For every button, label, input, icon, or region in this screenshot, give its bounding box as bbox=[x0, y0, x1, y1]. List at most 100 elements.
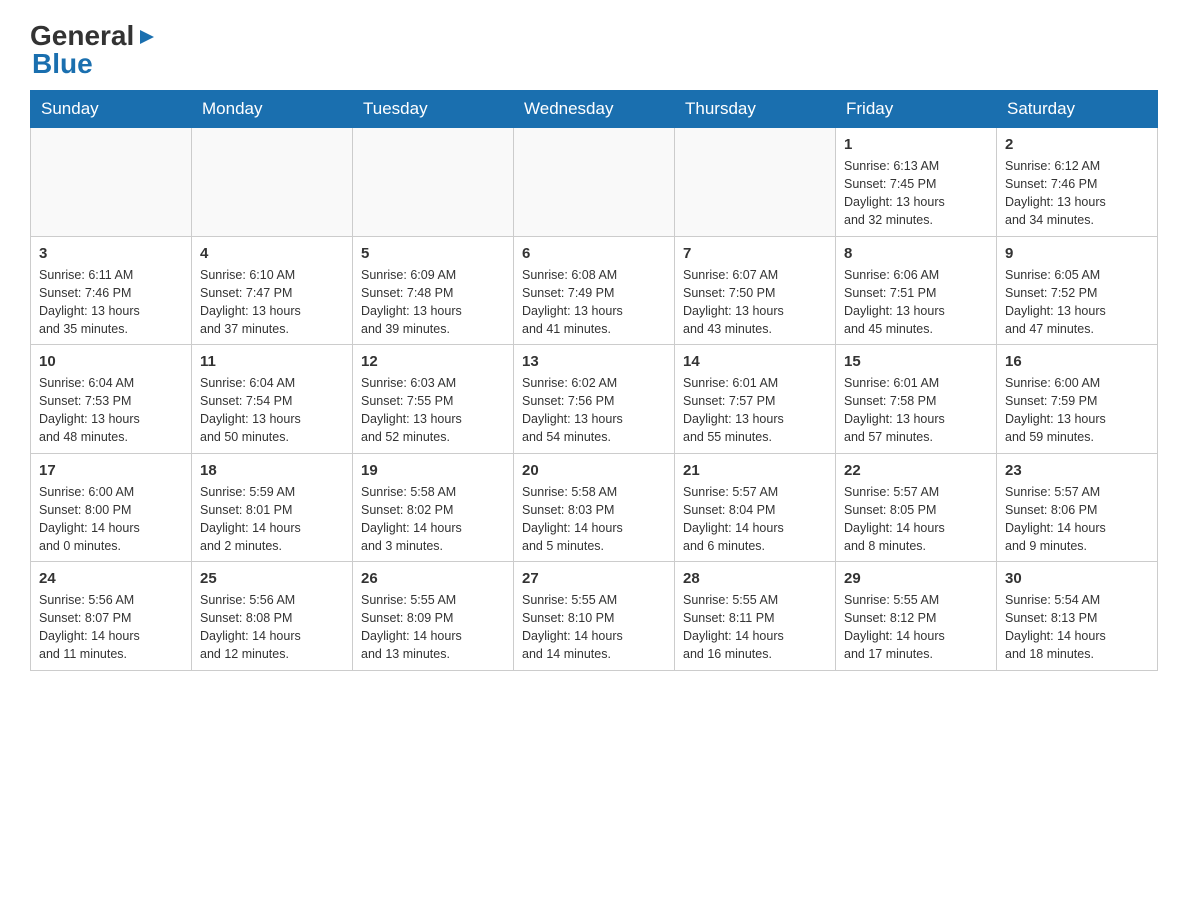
calendar-header-row: SundayMondayTuesdayWednesdayThursdayFrid… bbox=[31, 91, 1158, 128]
calendar-cell: 15Sunrise: 6:01 AM Sunset: 7:58 PM Dayli… bbox=[836, 345, 997, 454]
day-number: 29 bbox=[844, 568, 988, 589]
calendar-week-row: 17Sunrise: 6:00 AM Sunset: 8:00 PM Dayli… bbox=[31, 453, 1158, 562]
day-info: Sunrise: 6:01 AM Sunset: 7:57 PM Dayligh… bbox=[683, 374, 827, 447]
day-number: 2 bbox=[1005, 134, 1149, 155]
calendar-day-header: Tuesday bbox=[353, 91, 514, 128]
logo: General Blue bbox=[30, 20, 158, 80]
day-number: 11 bbox=[200, 351, 344, 372]
day-info: Sunrise: 5:56 AM Sunset: 8:07 PM Dayligh… bbox=[39, 591, 183, 664]
calendar-cell bbox=[192, 128, 353, 237]
day-info: Sunrise: 5:55 AM Sunset: 8:12 PM Dayligh… bbox=[844, 591, 988, 664]
day-number: 20 bbox=[522, 460, 666, 481]
day-number: 26 bbox=[361, 568, 505, 589]
day-number: 16 bbox=[1005, 351, 1149, 372]
calendar-cell bbox=[31, 128, 192, 237]
day-number: 18 bbox=[200, 460, 344, 481]
calendar-cell: 26Sunrise: 5:55 AM Sunset: 8:09 PM Dayli… bbox=[353, 562, 514, 671]
day-number: 12 bbox=[361, 351, 505, 372]
calendar-cell bbox=[675, 128, 836, 237]
day-info: Sunrise: 6:02 AM Sunset: 7:56 PM Dayligh… bbox=[522, 374, 666, 447]
calendar-cell: 27Sunrise: 5:55 AM Sunset: 8:10 PM Dayli… bbox=[514, 562, 675, 671]
logo-arrow-icon bbox=[136, 26, 158, 48]
calendar-cell: 21Sunrise: 5:57 AM Sunset: 8:04 PM Dayli… bbox=[675, 453, 836, 562]
day-number: 23 bbox=[1005, 460, 1149, 481]
calendar-cell: 17Sunrise: 6:00 AM Sunset: 8:00 PM Dayli… bbox=[31, 453, 192, 562]
calendar-cell: 13Sunrise: 6:02 AM Sunset: 7:56 PM Dayli… bbox=[514, 345, 675, 454]
calendar-day-header: Friday bbox=[836, 91, 997, 128]
day-info: Sunrise: 6:04 AM Sunset: 7:54 PM Dayligh… bbox=[200, 374, 344, 447]
day-number: 21 bbox=[683, 460, 827, 481]
calendar-day-header: Monday bbox=[192, 91, 353, 128]
calendar-cell: 25Sunrise: 5:56 AM Sunset: 8:08 PM Dayli… bbox=[192, 562, 353, 671]
calendar-week-row: 3Sunrise: 6:11 AM Sunset: 7:46 PM Daylig… bbox=[31, 236, 1158, 345]
day-number: 30 bbox=[1005, 568, 1149, 589]
calendar-cell: 20Sunrise: 5:58 AM Sunset: 8:03 PM Dayli… bbox=[514, 453, 675, 562]
logo-blue-text: Blue bbox=[32, 48, 93, 80]
calendar-week-row: 24Sunrise: 5:56 AM Sunset: 8:07 PM Dayli… bbox=[31, 562, 1158, 671]
calendar-cell: 6Sunrise: 6:08 AM Sunset: 7:49 PM Daylig… bbox=[514, 236, 675, 345]
calendar-cell: 28Sunrise: 5:55 AM Sunset: 8:11 PM Dayli… bbox=[675, 562, 836, 671]
day-info: Sunrise: 5:57 AM Sunset: 8:05 PM Dayligh… bbox=[844, 483, 988, 556]
day-number: 14 bbox=[683, 351, 827, 372]
calendar-cell: 8Sunrise: 6:06 AM Sunset: 7:51 PM Daylig… bbox=[836, 236, 997, 345]
calendar-cell: 29Sunrise: 5:55 AM Sunset: 8:12 PM Dayli… bbox=[836, 562, 997, 671]
calendar-cell: 10Sunrise: 6:04 AM Sunset: 7:53 PM Dayli… bbox=[31, 345, 192, 454]
day-info: Sunrise: 5:56 AM Sunset: 8:08 PM Dayligh… bbox=[200, 591, 344, 664]
day-number: 27 bbox=[522, 568, 666, 589]
day-number: 9 bbox=[1005, 243, 1149, 264]
day-info: Sunrise: 5:57 AM Sunset: 8:04 PM Dayligh… bbox=[683, 483, 827, 556]
day-info: Sunrise: 6:03 AM Sunset: 7:55 PM Dayligh… bbox=[361, 374, 505, 447]
day-number: 25 bbox=[200, 568, 344, 589]
day-number: 6 bbox=[522, 243, 666, 264]
day-info: Sunrise: 6:00 AM Sunset: 7:59 PM Dayligh… bbox=[1005, 374, 1149, 447]
calendar-cell: 22Sunrise: 5:57 AM Sunset: 8:05 PM Dayli… bbox=[836, 453, 997, 562]
day-number: 28 bbox=[683, 568, 827, 589]
day-number: 17 bbox=[39, 460, 183, 481]
day-number: 10 bbox=[39, 351, 183, 372]
calendar-day-header: Saturday bbox=[997, 91, 1158, 128]
calendar-table: SundayMondayTuesdayWednesdayThursdayFrid… bbox=[30, 90, 1158, 671]
day-info: Sunrise: 6:09 AM Sunset: 7:48 PM Dayligh… bbox=[361, 266, 505, 339]
calendar-cell: 16Sunrise: 6:00 AM Sunset: 7:59 PM Dayli… bbox=[997, 345, 1158, 454]
day-info: Sunrise: 5:55 AM Sunset: 8:10 PM Dayligh… bbox=[522, 591, 666, 664]
calendar-cell: 24Sunrise: 5:56 AM Sunset: 8:07 PM Dayli… bbox=[31, 562, 192, 671]
day-info: Sunrise: 6:10 AM Sunset: 7:47 PM Dayligh… bbox=[200, 266, 344, 339]
day-info: Sunrise: 6:06 AM Sunset: 7:51 PM Dayligh… bbox=[844, 266, 988, 339]
day-number: 1 bbox=[844, 134, 988, 155]
calendar-week-row: 10Sunrise: 6:04 AM Sunset: 7:53 PM Dayli… bbox=[31, 345, 1158, 454]
calendar-cell bbox=[514, 128, 675, 237]
calendar-cell: 5Sunrise: 6:09 AM Sunset: 7:48 PM Daylig… bbox=[353, 236, 514, 345]
day-info: Sunrise: 6:11 AM Sunset: 7:46 PM Dayligh… bbox=[39, 266, 183, 339]
day-info: Sunrise: 6:05 AM Sunset: 7:52 PM Dayligh… bbox=[1005, 266, 1149, 339]
day-info: Sunrise: 5:54 AM Sunset: 8:13 PM Dayligh… bbox=[1005, 591, 1149, 664]
day-info: Sunrise: 6:08 AM Sunset: 7:49 PM Dayligh… bbox=[522, 266, 666, 339]
day-number: 13 bbox=[522, 351, 666, 372]
calendar-cell: 19Sunrise: 5:58 AM Sunset: 8:02 PM Dayli… bbox=[353, 453, 514, 562]
calendar-day-header: Wednesday bbox=[514, 91, 675, 128]
calendar-cell: 14Sunrise: 6:01 AM Sunset: 7:57 PM Dayli… bbox=[675, 345, 836, 454]
day-number: 15 bbox=[844, 351, 988, 372]
day-info: Sunrise: 6:13 AM Sunset: 7:45 PM Dayligh… bbox=[844, 157, 988, 230]
calendar-cell: 23Sunrise: 5:57 AM Sunset: 8:06 PM Dayli… bbox=[997, 453, 1158, 562]
day-info: Sunrise: 6:00 AM Sunset: 8:00 PM Dayligh… bbox=[39, 483, 183, 556]
calendar-cell: 3Sunrise: 6:11 AM Sunset: 7:46 PM Daylig… bbox=[31, 236, 192, 345]
day-info: Sunrise: 6:01 AM Sunset: 7:58 PM Dayligh… bbox=[844, 374, 988, 447]
calendar-cell: 11Sunrise: 6:04 AM Sunset: 7:54 PM Dayli… bbox=[192, 345, 353, 454]
day-number: 5 bbox=[361, 243, 505, 264]
calendar-cell: 30Sunrise: 5:54 AM Sunset: 8:13 PM Dayli… bbox=[997, 562, 1158, 671]
calendar-cell: 18Sunrise: 5:59 AM Sunset: 8:01 PM Dayli… bbox=[192, 453, 353, 562]
day-info: Sunrise: 5:55 AM Sunset: 8:09 PM Dayligh… bbox=[361, 591, 505, 664]
day-info: Sunrise: 5:55 AM Sunset: 8:11 PM Dayligh… bbox=[683, 591, 827, 664]
calendar-cell: 7Sunrise: 6:07 AM Sunset: 7:50 PM Daylig… bbox=[675, 236, 836, 345]
day-info: Sunrise: 6:12 AM Sunset: 7:46 PM Dayligh… bbox=[1005, 157, 1149, 230]
calendar-cell: 2Sunrise: 6:12 AM Sunset: 7:46 PM Daylig… bbox=[997, 128, 1158, 237]
day-number: 8 bbox=[844, 243, 988, 264]
day-info: Sunrise: 5:58 AM Sunset: 8:03 PM Dayligh… bbox=[522, 483, 666, 556]
day-number: 4 bbox=[200, 243, 344, 264]
calendar-week-row: 1Sunrise: 6:13 AM Sunset: 7:45 PM Daylig… bbox=[31, 128, 1158, 237]
day-info: Sunrise: 5:57 AM Sunset: 8:06 PM Dayligh… bbox=[1005, 483, 1149, 556]
day-number: 22 bbox=[844, 460, 988, 481]
calendar-cell bbox=[353, 128, 514, 237]
day-number: 19 bbox=[361, 460, 505, 481]
day-number: 3 bbox=[39, 243, 183, 264]
